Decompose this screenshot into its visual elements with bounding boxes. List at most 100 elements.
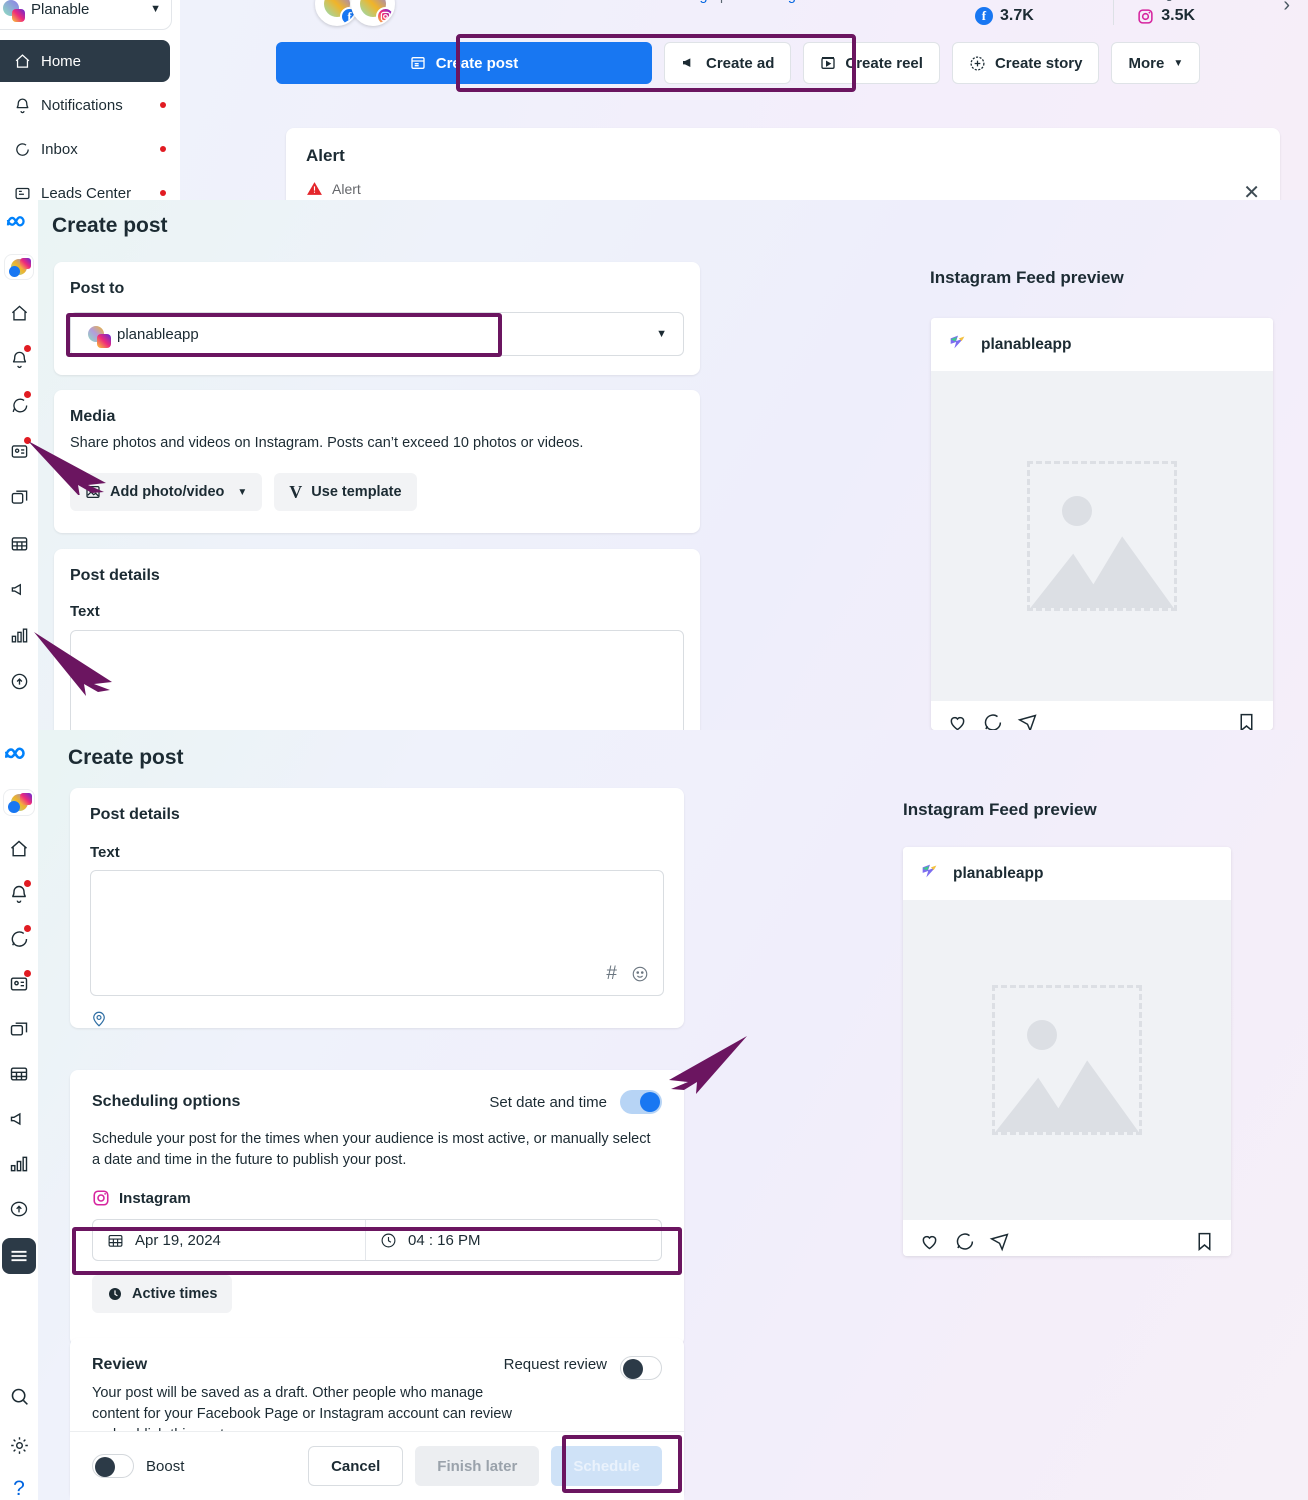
scheduling-options-card: Scheduling options Set date and time Sch… <box>70 1070 684 1346</box>
comment-icon[interactable] <box>954 1231 975 1252</box>
help-icon[interactable]: ? <box>0 1469 38 1500</box>
chat-icon[interactable] <box>0 916 38 961</box>
posts-icon[interactable] <box>0 1006 38 1051</box>
schedule-button[interactable]: Schedule <box>551 1446 662 1486</box>
sidebar-item-home[interactable]: Home <box>0 40 170 82</box>
schedule-date-value: Apr 19, 2024 <box>135 1231 221 1249</box>
instagram-account-icon <box>85 323 111 348</box>
sidebar-item-leads-center[interactable]: Leads Center <box>0 172 180 200</box>
sidebar-item-notifications[interactable]: Notifications <box>0 84 180 126</box>
emoji-icon[interactable] <box>631 965 649 983</box>
post-text-input-top[interactable] <box>70 630 684 730</box>
notification-badge <box>24 970 31 977</box>
boost-icon[interactable] <box>0 1186 38 1231</box>
all-tools-button[interactable] <box>0 1231 38 1281</box>
bell-icon[interactable] <box>0 871 38 916</box>
account-avatar-icon[interactable] <box>0 778 38 826</box>
sidebar-item-label: Home <box>41 52 82 70</box>
chevron-down-icon: ▼ <box>150 3 161 15</box>
create-story-button[interactable]: Create story <box>951 42 1100 84</box>
leads-icon[interactable] <box>0 428 38 474</box>
account-avatar-icon <box>1 0 25 22</box>
media-description: Share photos and videos on Instagram. Po… <box>70 435 584 451</box>
edit-instagram-profile-link[interactable]: Edit Instagram Profile <box>727 0 866 4</box>
settings-icon[interactable] <box>0 1421 38 1469</box>
notification-badge <box>160 190 166 196</box>
notification-badge <box>24 880 31 887</box>
ads-icon[interactable] <box>0 566 38 612</box>
cancel-button[interactable]: Cancel <box>308 1446 404 1486</box>
create-post-dialog-title-top: Create post <box>52 214 168 237</box>
calendar-icon[interactable] <box>0 520 38 566</box>
heart-icon[interactable] <box>919 1231 940 1252</box>
warning-icon <box>307 182 322 195</box>
image-placeholder-icon <box>992 985 1142 1135</box>
request-review-toggle[interactable] <box>620 1356 662 1380</box>
scheduling-heading: Scheduling options <box>92 1093 241 1110</box>
alert-message-row: Alert <box>306 180 1260 197</box>
create-post-button[interactable]: Create post <box>276 42 652 84</box>
leads-icon[interactable] <box>0 961 38 1006</box>
comment-icon[interactable] <box>982 712 1003 730</box>
preview-media-area <box>931 371 1273 701</box>
schedule-date-field[interactable]: Apr 19, 2024 <box>93 1220 366 1261</box>
alert-title: Alert <box>306 146 345 165</box>
insights-icon[interactable] <box>0 612 38 658</box>
active-times-button[interactable]: Active times <box>92 1275 233 1314</box>
boost-toggle[interactable] <box>92 1454 134 1478</box>
facebook-icon: f <box>974 7 993 25</box>
leads-icon <box>15 187 30 199</box>
finish-later-button[interactable]: Finish later <box>415 1446 540 1486</box>
chat-icon[interactable] <box>0 382 38 428</box>
account-switcher[interactable]: Planable ▼ <box>0 0 172 30</box>
link-separator: | <box>720 0 724 4</box>
edit-facebook-page-link[interactable]: Edit Facebook Page <box>585 0 716 4</box>
insights-icon[interactable] <box>0 1141 38 1186</box>
calendar-icon[interactable] <box>0 1051 38 1096</box>
hashtag-icon[interactable]: # <box>606 963 617 985</box>
preview-account-name: planableapp <box>953 864 1044 882</box>
sidebar-item-inbox[interactable]: Inbox <box>0 128 180 170</box>
selected-account-chip: planableapp <box>85 323 199 348</box>
notification-badge <box>160 146 166 152</box>
add-photo-video-label: Add photo/video <box>110 484 225 501</box>
instagram-preview-card-top: planableapp <box>931 318 1273 730</box>
megaphone-icon <box>683 58 691 67</box>
schedule-time-field[interactable]: 04 : 16 PM <box>366 1220 661 1260</box>
boost-icon[interactable] <box>0 658 38 704</box>
meta-logo-icon <box>0 730 38 778</box>
avatar[interactable] <box>351 0 395 26</box>
home-icon[interactable] <box>0 290 38 336</box>
use-template-button[interactable]: V Use template <box>274 473 417 512</box>
bookmark-icon[interactable] <box>1194 1231 1215 1252</box>
ads-icon[interactable] <box>0 1096 38 1141</box>
next-arrow-icon[interactable]: › <box>1283 0 1290 17</box>
stat-value-row: 3.5K <box>1136 7 1253 25</box>
add-location-button[interactable] <box>90 1010 664 1033</box>
bell-icon[interactable] <box>0 336 38 382</box>
plus-circle-icon <box>970 55 985 71</box>
create-ad-button[interactable]: Create ad <box>664 42 792 84</box>
posts-icon[interactable] <box>0 474 38 520</box>
chevron-down-icon: ▼ <box>1173 57 1184 69</box>
account-avatar-icon[interactable] <box>0 244 38 290</box>
post-to-select[interactable]: planableapp ▼ <box>70 312 684 356</box>
clock-icon <box>381 1233 396 1247</box>
scheduling-description: Schedule your post for the times when yo… <box>92 1131 651 1169</box>
home-icon[interactable] <box>0 826 38 871</box>
share-icon[interactable] <box>989 1231 1010 1252</box>
more-button[interactable]: More ▼ <box>1111 42 1201 84</box>
heart-icon[interactable] <box>947 712 968 730</box>
bookmark-icon[interactable] <box>1236 712 1257 730</box>
create-reel-button[interactable]: Create reel <box>803 42 940 84</box>
search-icon[interactable] <box>0 1371 38 1421</box>
set-date-and-time-toggle[interactable] <box>620 1090 662 1114</box>
text-input-tools: # <box>606 963 649 985</box>
close-icon[interactable]: ✕ <box>1243 180 1260 200</box>
create-post-dialog-title-bottom: Create post <box>68 746 184 769</box>
notification-badge <box>24 345 31 352</box>
post-text-input-bottom[interactable]: # <box>90 870 664 996</box>
share-icon[interactable] <box>1017 712 1038 730</box>
stat-value: 3.7K <box>999 7 1034 24</box>
add-photo-video-button[interactable]: Add photo/video ▼ <box>70 473 263 512</box>
